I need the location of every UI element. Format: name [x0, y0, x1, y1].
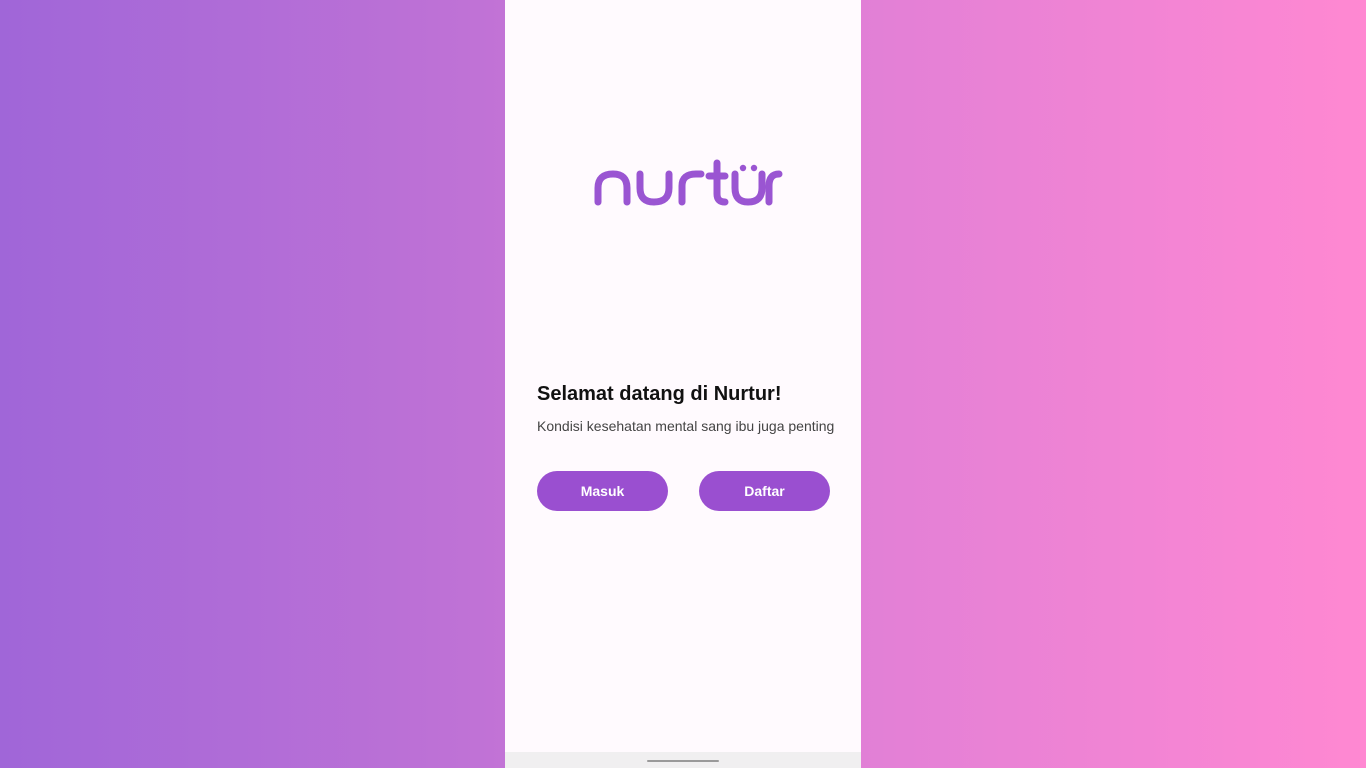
home-indicator[interactable] [647, 760, 719, 762]
welcome-title: Selamat datang di Nurtur! [537, 383, 782, 405]
system-navigation-bar [505, 752, 861, 768]
app-screen: Selamat datang di Nurtur! Kondisi keseha… [505, 0, 861, 768]
nurtur-logo [593, 158, 783, 210]
register-button[interactable]: Daftar [699, 471, 830, 511]
login-button[interactable]: Masuk [537, 471, 668, 511]
welcome-subtitle: Kondisi kesehatan mental sang ibu juga p… [537, 418, 835, 434]
